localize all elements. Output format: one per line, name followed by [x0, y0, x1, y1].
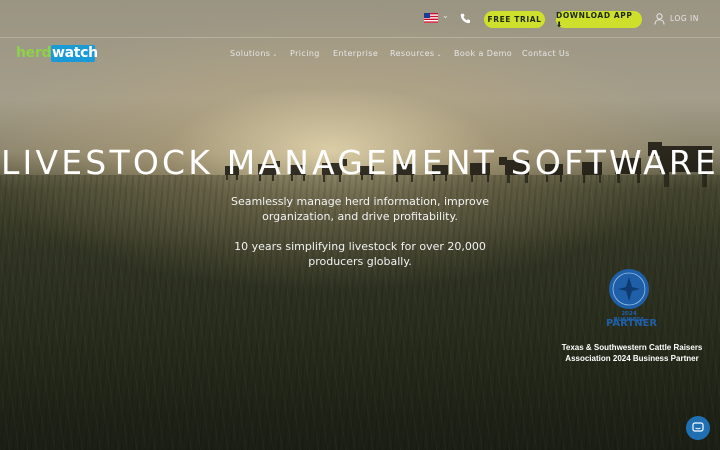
chat-icon: [692, 422, 704, 432]
chevron-down-icon[interactable]: ⌄: [442, 11, 449, 20]
nav-item-resources[interactable]: Resources ⌄: [390, 49, 442, 58]
nav-item-pricing[interactable]: Pricing: [290, 49, 320, 58]
us-flag-icon[interactable]: [424, 13, 438, 23]
logo-text-herd: herd: [16, 45, 52, 61]
login-link[interactable]: LOG IN: [670, 14, 699, 23]
chat-launcher-button[interactable]: [686, 416, 710, 440]
nav-label: Resources: [390, 49, 435, 58]
free-trial-button[interactable]: FREE TRIAL: [484, 11, 545, 28]
nav-item-enterprise[interactable]: Enterprise: [333, 49, 378, 58]
phone-icon[interactable]: [460, 13, 471, 24]
badge-partner-text: PARTNER: [606, 318, 658, 329]
hero-subtitle: Seamlessly manage herd information, impr…: [230, 195, 490, 223]
top-utility-bar: ⌄ FREE TRIAL DOWNLOAD APP ⬇ LOG IN: [0, 0, 720, 38]
herdwatch-logo[interactable]: herd watch: [16, 44, 98, 63]
nav-item-book-demo[interactable]: Book a Demo: [454, 49, 512, 58]
nav-label: Solutions: [230, 49, 271, 58]
chevron-down-icon: ⌄: [436, 51, 442, 58]
hero-headline: LIVESTOCK MANAGEMENT SOFTWARE: [0, 143, 720, 182]
nav-item-solutions[interactable]: Solutions ⌄: [230, 49, 278, 58]
tscra-partner-badge: 2024 BUSINESS PARTNER: [606, 267, 658, 331]
download-app-button[interactable]: DOWNLOAD APP ⬇: [556, 11, 642, 29]
hero-stats-text: 10 years simplifying livestock for over …: [234, 240, 486, 268]
chevron-down-icon: ⌄: [272, 51, 278, 58]
nav-item-contact[interactable]: Contact Us: [522, 49, 570, 58]
user-icon[interactable]: [654, 13, 665, 25]
badge-caption: Texas & Southwestern Cattle Raisers Asso…: [561, 343, 703, 363]
logo-text-watch: watch: [52, 45, 98, 61]
